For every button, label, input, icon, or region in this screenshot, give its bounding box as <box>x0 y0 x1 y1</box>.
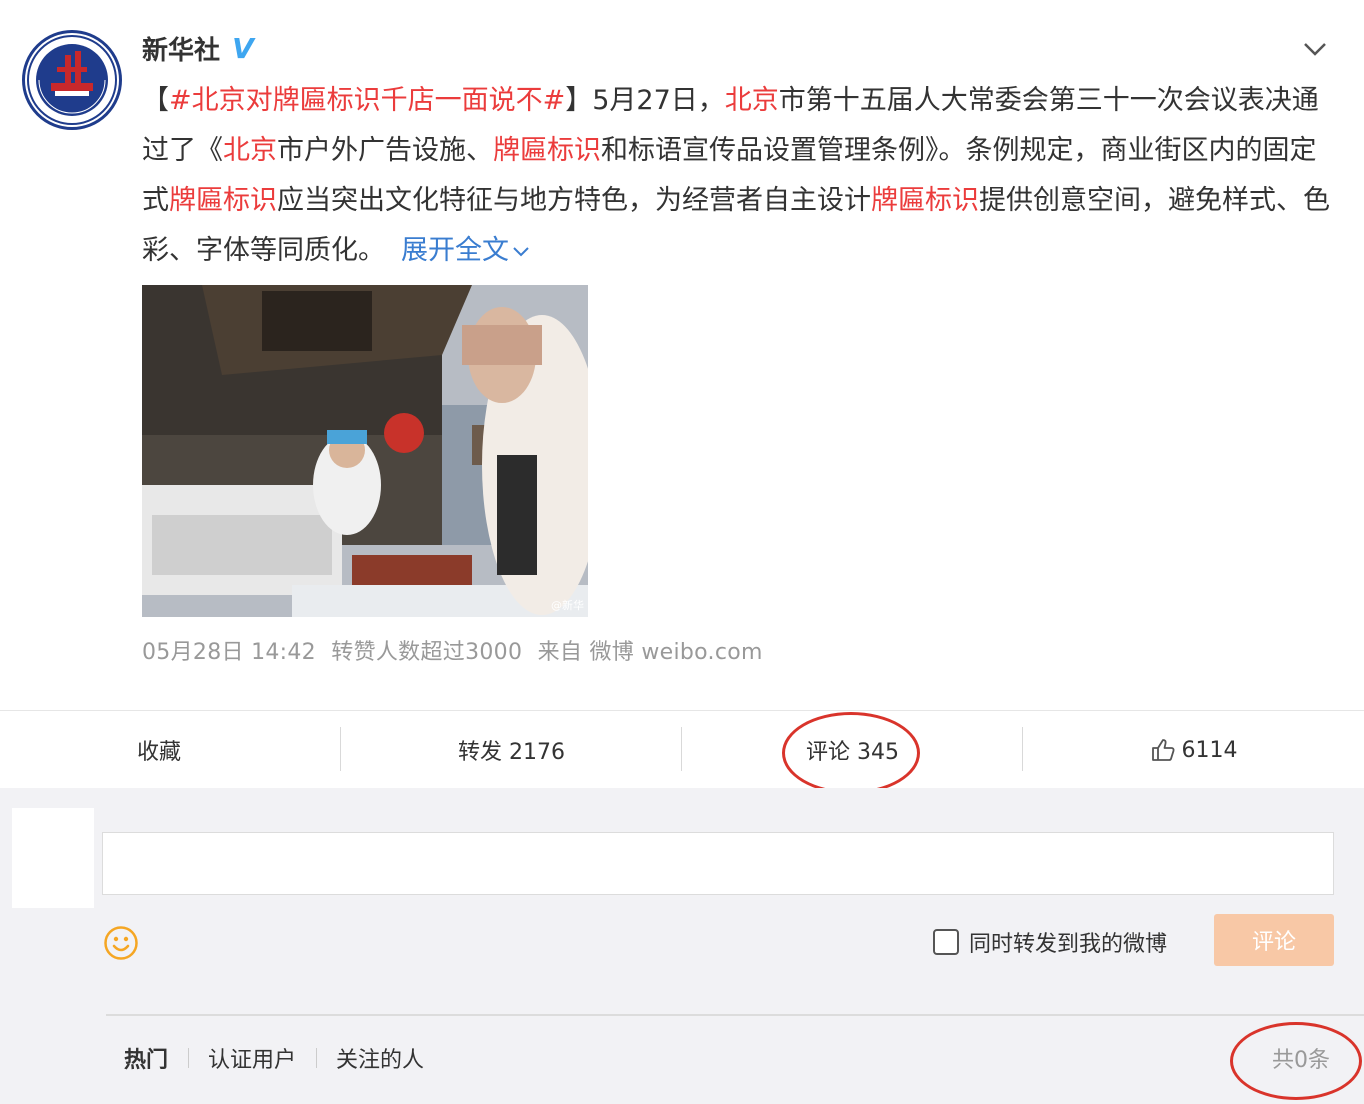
keyword-link[interactable]: 牌匾标识 <box>169 185 277 216</box>
keyword-link[interactable]: 牌匾标识 <box>493 135 601 166</box>
submit-comment-label[interactable]: 评论 <box>1252 924 1296 956</box>
repost-checkbox[interactable] <box>933 929 959 955</box>
repost-button[interactable]: 转发 2176 <box>340 711 682 789</box>
favorite-label[interactable]: 收藏 <box>137 734 181 766</box>
repost-to-my-weibo-option[interactable]: 同时转发到我的微博 <box>933 926 1167 958</box>
author-avatar[interactable] <box>22 30 122 130</box>
post-source[interactable]: 来自 微博 weibo.com <box>538 640 763 665</box>
author-name[interactable]: 新华社 V <box>142 30 258 67</box>
expand-full-text-link[interactable]: 展开全文 <box>401 235 530 266</box>
photo-watermark: @新华 <box>551 599 584 612</box>
keyword-link[interactable]: 牌匾标识 <box>871 185 979 216</box>
hashtag-close-bracket: 】 <box>565 85 593 116</box>
favorite-button[interactable]: 收藏 <box>0 711 341 789</box>
post-meta: 05月28日 14:42 转赞人数超过3000 来自 微博 weibo.com <box>142 634 771 666</box>
chevron-down-icon <box>513 246 529 256</box>
hashtag-open-bracket: 【 <box>142 85 169 116</box>
repost-label[interactable]: 转发 2176 <box>458 734 565 766</box>
post-text-part: 市户外广告设施、 <box>277 135 493 166</box>
verified-badge-icon: V <box>232 32 254 65</box>
street-stall-photo <box>142 285 588 617</box>
tab-hot[interactable]: 热门 <box>124 1042 188 1074</box>
like-button[interactable]: 6114 <box>1022 711 1364 789</box>
hashtag-link[interactable]: #北京对牌匾标识千店一面说不# <box>169 85 565 116</box>
post-text-part: 应当突出文化特征与地方特色，为经营者自主设计 <box>277 185 871 216</box>
comment-input[interactable] <box>102 832 1334 895</box>
repost-checkbox-label[interactable]: 同时转发到我的微博 <box>969 926 1167 958</box>
weibo-post: 新华社 V 【#北京对牌匾标识千店一面说不#】5月27日，北京市第十五届人大常委… <box>0 0 1364 710</box>
submit-comment-button[interactable]: 评论 <box>1214 914 1334 966</box>
post-text: 【#北京对牌匾标识千店一面说不#】5月27日，北京市第十五届人大常委会第三十一次… <box>142 76 1332 276</box>
post-menu-chevron-icon[interactable] <box>1300 34 1330 64</box>
keyword-link[interactable]: 北京 <box>725 85 779 116</box>
post-time[interactable]: 05月28日 14:42 <box>142 640 316 665</box>
current-user-avatar <box>12 808 94 908</box>
xinhua-logo-icon <box>27 35 117 125</box>
expand-label[interactable]: 展开全文 <box>401 235 509 266</box>
like-count[interactable]: 6114 <box>1182 738 1238 763</box>
post-text-part: 5月27日， <box>592 85 725 116</box>
thumbs-up-icon <box>1151 739 1175 761</box>
emoji-smile-icon[interactable] <box>103 925 139 961</box>
keyword-link[interactable]: 北京 <box>223 135 277 166</box>
comment-divider <box>106 1014 1364 1016</box>
comment-section: 同时转发到我的微博 评论 热门 认证用户 关注的人 共0条 <box>0 788 1364 1104</box>
author-name-text[interactable]: 新华社 <box>142 30 220 67</box>
post-photo[interactable]: @新华 <box>142 285 588 617</box>
annotation-circle-total <box>1230 1022 1362 1100</box>
post-action-bar: 收藏 转发 2176 评论 345 6114 <box>0 710 1364 788</box>
tab-verified-users[interactable]: 认证用户 <box>188 1042 316 1074</box>
post-popularity: 转赞人数超过3000 <box>331 640 523 665</box>
tab-following[interactable]: 关注的人 <box>316 1042 444 1074</box>
annotation-circle-comment-count <box>782 712 920 794</box>
comment-filter-tabs: 热门 认证用户 关注的人 <box>124 1042 444 1074</box>
